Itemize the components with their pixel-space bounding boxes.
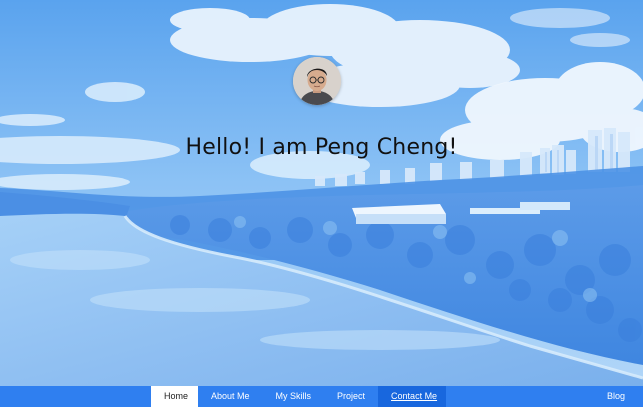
nav-item-home[interactable]: Home <box>151 386 198 407</box>
nav-item-blog[interactable]: Blog <box>607 386 625 407</box>
nav-item-my-skills[interactable]: My Skills <box>263 386 325 407</box>
nav-list: Home About Me My Skills Project Contact … <box>151 386 447 407</box>
nav-item-project[interactable]: Project <box>324 386 378 407</box>
nav-item-about-me[interactable]: About Me <box>198 386 263 407</box>
profile-photo <box>293 57 341 105</box>
hero-title: Hello! I am Peng Cheng! <box>185 135 458 160</box>
hero-section: Hello! I am Peng Cheng! Home About Me My… <box>0 0 643 407</box>
profile-avatar <box>293 57 341 105</box>
main-navbar: Home About Me My Skills Project Contact … <box>0 386 643 407</box>
nav-item-contact-me[interactable]: Contact Me <box>378 386 447 407</box>
